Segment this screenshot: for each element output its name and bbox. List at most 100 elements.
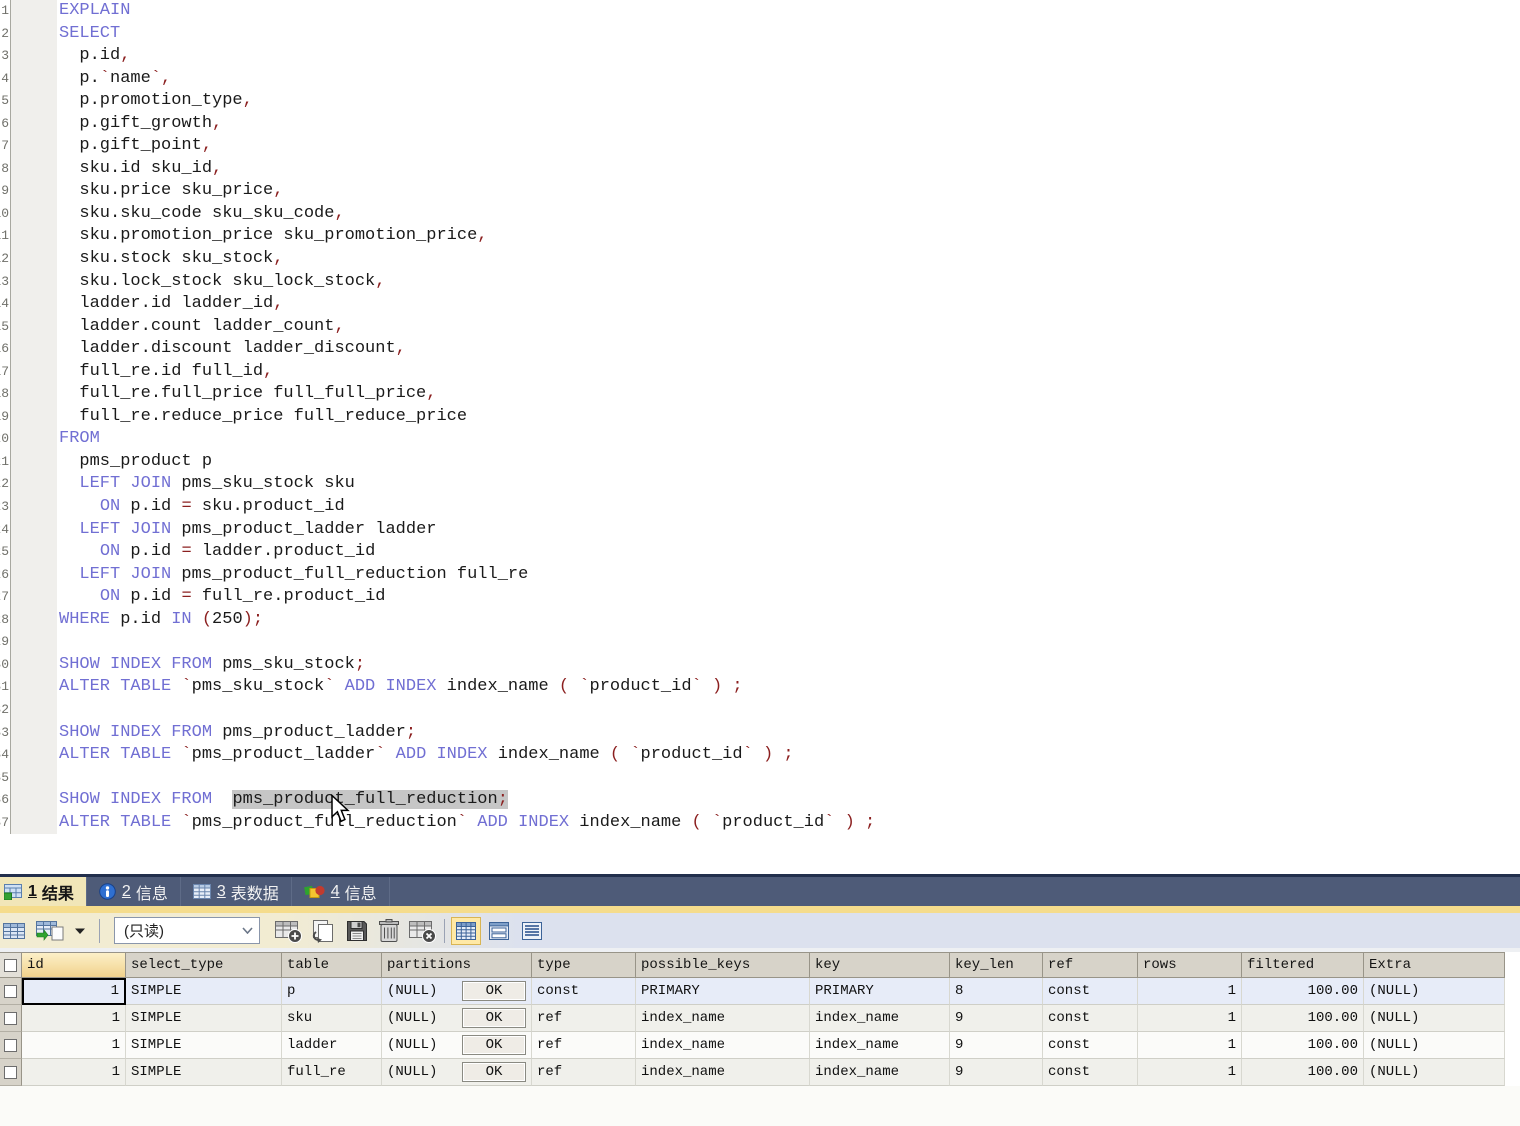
column-header-id[interactable]: id [22, 952, 126, 978]
partitions-ok-button[interactable]: OK [462, 981, 526, 1001]
grid-view-button[interactable] [451, 917, 481, 945]
dropdown-caret-icon[interactable] [67, 916, 93, 946]
grid-cell-filtered[interactable]: 100.00 [1242, 1032, 1364, 1059]
grid-cell-ref[interactable]: const [1043, 978, 1138, 1005]
partitions-ok-button[interactable]: OK [462, 1008, 526, 1028]
row-selector-checkbox[interactable] [4, 1066, 17, 1079]
grid-cell-filtered[interactable]: 100.00 [1242, 978, 1364, 1005]
remove-from-table-icon[interactable] [408, 916, 438, 946]
grid-cell-table[interactable]: full_re [282, 1059, 382, 1086]
form-view-button[interactable] [484, 917, 514, 945]
grid-cell-filtered[interactable]: 100.00 [1242, 1005, 1364, 1032]
grid-cell-type[interactable]: ref [532, 1005, 636, 1032]
grid-cell-ref[interactable]: const [1043, 1059, 1138, 1086]
grid-cell-Extra[interactable]: (NULL) [1364, 1059, 1505, 1086]
grid-cell-rows[interactable]: 1 [1138, 1059, 1242, 1086]
text-view-button[interactable] [517, 917, 547, 945]
grid-cell-key_len[interactable]: 9 [950, 1005, 1043, 1032]
grid-cell-key[interactable]: PRIMARY [810, 978, 950, 1005]
grid-row-1[interactable]: 1SIMPLEp(NULL)OKconstPRIMARYPRIMARY8cons… [0, 978, 1505, 1005]
grid-cell-select_type[interactable]: SIMPLE [126, 978, 282, 1005]
tab-1[interactable]: 1结果 [0, 877, 87, 906]
column-header-key_len[interactable]: key_len [950, 952, 1043, 978]
grid-cell-possible_keys[interactable]: index_name [636, 1005, 810, 1032]
grid-cell-ref[interactable]: const [1043, 1005, 1138, 1032]
column-header-partitions[interactable]: partitions [382, 952, 532, 978]
code-line: 10 sku.sku_code sku_sku_code, [0, 203, 1520, 226]
grid-cell-filtered[interactable]: 100.00 [1242, 1059, 1364, 1086]
tab-2[interactable]: 2信息 [87, 877, 181, 906]
column-header-select_type[interactable]: select_type [126, 952, 282, 978]
grid-cell-rows[interactable]: 1 [1138, 978, 1242, 1005]
grid-cell-key_len[interactable]: 8 [950, 978, 1043, 1005]
column-header-ref[interactable]: ref [1043, 952, 1138, 978]
folding-margin [11, 541, 57, 564]
column-header-key[interactable]: key [810, 952, 950, 978]
column-header-rows[interactable]: rows [1138, 952, 1242, 978]
row-gutter[interactable] [0, 1005, 22, 1032]
column-header-table[interactable]: table [282, 952, 382, 978]
tab-3[interactable]: 3表数据 [181, 877, 292, 906]
column-header-filtered[interactable]: filtered [1242, 952, 1364, 978]
grid-cell-key[interactable]: index_name [810, 1032, 950, 1059]
grid-cell-table[interactable]: ladder [282, 1032, 382, 1059]
row-gutter[interactable] [0, 1032, 22, 1059]
row-gutter[interactable] [0, 978, 22, 1005]
grid-cell-type[interactable]: ref [532, 1032, 636, 1059]
row-selector-checkbox[interactable] [4, 985, 17, 998]
grid-cell-rows[interactable]: 1 [1138, 1005, 1242, 1032]
grid-cell-type[interactable]: const [532, 978, 636, 1005]
grid-cell-Extra[interactable]: (NULL) [1364, 978, 1505, 1005]
delete-record-icon[interactable] [376, 916, 402, 946]
grid-cell-partitions[interactable]: (NULL)OK [382, 1059, 532, 1086]
folding-margin [11, 90, 57, 113]
grid-cell-select_type[interactable]: SIMPLE [126, 1059, 282, 1086]
grid-cell-key[interactable]: index_name [810, 1059, 950, 1086]
row-selector-checkbox[interactable] [4, 959, 17, 972]
row-gutter[interactable] [0, 1059, 22, 1086]
grid-cell-id[interactable]: 1 [22, 978, 126, 1005]
grid-cell-Extra[interactable]: (NULL) [1364, 1005, 1505, 1032]
tab-4[interactable]: 4信息 [292, 877, 390, 906]
grid-cell-table[interactable]: sku [282, 1005, 382, 1032]
grid-cell-type[interactable]: ref [532, 1059, 636, 1086]
grid-cell-possible_keys[interactable]: index_name [636, 1059, 810, 1086]
sql-code-editor[interactable]: 1EXPLAIN2SELECT3 p.id,4 p.`name`,5 p.pro… [0, 0, 1520, 874]
grid-cell-key_len[interactable]: 9 [950, 1032, 1043, 1059]
partitions-ok-button[interactable]: OK [462, 1035, 526, 1055]
column-header-type[interactable]: type [532, 952, 636, 978]
new-query-table-icon[interactable] [35, 916, 65, 946]
duplicate-record-icon[interactable] [310, 916, 338, 946]
row-selector-checkbox[interactable] [4, 1012, 17, 1025]
save-record-icon[interactable] [344, 916, 370, 946]
line-number: 2 [0, 23, 11, 46]
grid-cell-select_type[interactable]: SIMPLE [126, 1032, 282, 1059]
column-header-possible_keys[interactable]: possible_keys [636, 952, 810, 978]
row-selector-checkbox[interactable] [4, 1039, 17, 1052]
grid-cell-key[interactable]: index_name [810, 1005, 950, 1032]
grid-cell-table[interactable]: p [282, 978, 382, 1005]
grid-cell-ref[interactable]: const [1043, 1032, 1138, 1059]
partitions-ok-button[interactable]: OK [462, 1062, 526, 1082]
add-record-icon[interactable] [274, 916, 304, 946]
grid-cell-id[interactable]: 1 [22, 1032, 126, 1059]
grid-cell-select_type[interactable]: SIMPLE [126, 1005, 282, 1032]
grid-row-4[interactable]: 1SIMPLEfull_re(NULL)OKrefindex_nameindex… [0, 1059, 1505, 1086]
grid-cell-key_len[interactable]: 9 [950, 1059, 1043, 1086]
select-all-gutter[interactable] [0, 952, 22, 978]
grid-row-2[interactable]: 1SIMPLEsku(NULL)OKrefindex_nameindex_nam… [0, 1005, 1505, 1032]
readonly-select[interactable]: (只读) [114, 917, 260, 944]
grid-cell-partitions[interactable]: (NULL)OK [382, 1032, 532, 1059]
line-number: 8 [0, 158, 11, 181]
grid-cell-id[interactable]: 1 [22, 1005, 126, 1032]
grid-cell-possible_keys[interactable]: PRIMARY [636, 978, 810, 1005]
grid-cell-Extra[interactable]: (NULL) [1364, 1032, 1505, 1059]
grid-cell-partitions[interactable]: (NULL)OK [382, 1005, 532, 1032]
table-view-icon[interactable] [1, 916, 27, 946]
grid-row-3[interactable]: 1SIMPLEladder(NULL)OKrefindex_nameindex_… [0, 1032, 1505, 1059]
grid-cell-id[interactable]: 1 [22, 1059, 126, 1086]
grid-cell-partitions[interactable]: (NULL)OK [382, 978, 532, 1005]
grid-cell-possible_keys[interactable]: index_name [636, 1032, 810, 1059]
grid-cell-rows[interactable]: 1 [1138, 1032, 1242, 1059]
column-header-Extra[interactable]: Extra [1364, 952, 1505, 978]
